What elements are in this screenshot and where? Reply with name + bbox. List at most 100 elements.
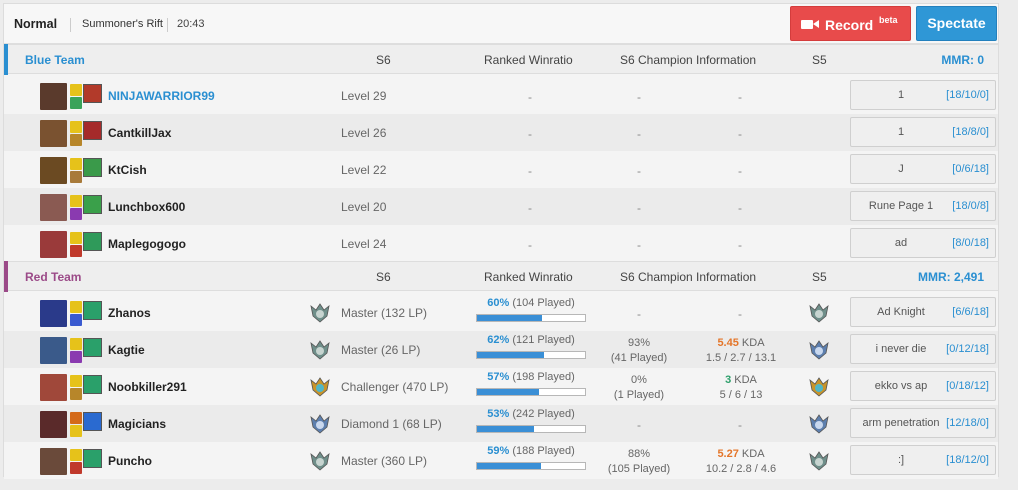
champion-kda: 5.27 KDA 10.2 / 2.8 / 4.6 bbox=[691, 447, 791, 477]
player-name[interactable]: KtCish bbox=[108, 163, 147, 177]
player-name[interactable]: NINJAWARRIOR99 bbox=[108, 89, 215, 103]
rune-page-button[interactable]: i never die [0/12/18] bbox=[850, 334, 996, 364]
champion-portrait[interactable] bbox=[40, 337, 67, 364]
tier-emblem-icon bbox=[309, 450, 331, 472]
champion-winratio-percent: 88% bbox=[627, 448, 651, 460]
winratio-bar-fill bbox=[477, 389, 539, 395]
summoner-spell-1-icon bbox=[70, 121, 82, 133]
summoner-spell-2-icon bbox=[70, 245, 82, 257]
blue-team-header: Blue Team S6 Ranked Winratio S6 Champion… bbox=[4, 44, 998, 75]
keystone-icon bbox=[83, 121, 102, 140]
champion-winratio: 0% (1 Played) bbox=[599, 373, 679, 403]
s5-tier-icon bbox=[808, 339, 830, 361]
winratio-percent: 60% bbox=[487, 297, 510, 309]
keystone-icon bbox=[83, 449, 102, 468]
champion-winratio-empty: - bbox=[637, 201, 641, 215]
player-name[interactable]: Puncho bbox=[108, 454, 152, 468]
champion-portrait[interactable] bbox=[40, 411, 67, 438]
keystone-icon bbox=[83, 84, 102, 103]
rune-page-button[interactable]: 1 [18/8/0] bbox=[850, 117, 996, 147]
col-s5: S5 bbox=[812, 270, 827, 284]
rune-page-name: J bbox=[898, 163, 904, 175]
player-row: Noobkiller291 Challenger (470 LP) 57% (198… bbox=[4, 368, 998, 405]
rune-page-name: arm penetration bbox=[862, 417, 940, 429]
summoner-spell-1-icon bbox=[70, 338, 82, 350]
record-button[interactable]: Record beta bbox=[790, 6, 911, 41]
champion-winratio-empty: - bbox=[637, 238, 641, 252]
live-game-panel: Normal Summoner's Rift 20:43 Record beta… bbox=[3, 3, 999, 479]
kda-summary: 5.27 KDA bbox=[691, 447, 791, 462]
rune-page-button[interactable]: ad [8/0/18] bbox=[850, 228, 996, 258]
player-name[interactable]: Noobkiller291 bbox=[108, 380, 187, 394]
keystone-icon bbox=[83, 158, 102, 177]
champion-kda: 3 KDA 5 / 6 / 13 bbox=[691, 373, 791, 403]
rune-page-button[interactable]: arm penetration [12/18/0] bbox=[850, 408, 996, 438]
rune-page-tree: [6/6/18] bbox=[952, 306, 989, 318]
ranked-winratio-empty: - bbox=[528, 127, 532, 141]
summoner-spell-2-icon bbox=[70, 351, 82, 363]
red-team-mmr: MMR: 2,491 bbox=[917, 270, 984, 284]
summoner-level: Level 29 bbox=[341, 89, 387, 103]
record-label: Record bbox=[825, 17, 874, 33]
col-s6: S6 bbox=[376, 270, 391, 284]
rune-page-name: i never die bbox=[875, 343, 927, 355]
player-name[interactable]: Maplegogogo bbox=[108, 237, 186, 251]
player-name[interactable]: Magicians bbox=[108, 417, 166, 431]
champion-portrait[interactable] bbox=[40, 194, 67, 221]
player-name[interactable]: CantkillJax bbox=[108, 126, 171, 140]
champion-portrait[interactable] bbox=[40, 448, 67, 475]
keystone-icon bbox=[83, 301, 102, 320]
champion-kda: 5.45 KDA 1.5 / 2.7 / 13.1 bbox=[691, 336, 791, 366]
champion-portrait[interactable] bbox=[40, 120, 67, 147]
champion-winratio-percent: 93% bbox=[627, 337, 651, 349]
winratio-text: 59% (188 Played) bbox=[476, 445, 586, 459]
rune-page-tree: [18/8/0] bbox=[952, 126, 989, 138]
player-row: KtCish Level 22 - - - J [0/6/18] bbox=[4, 151, 998, 188]
summoner-spell-2-icon bbox=[70, 425, 82, 437]
winratio-bar bbox=[476, 388, 586, 396]
rune-page-button[interactable]: ekko vs ap [0/18/12] bbox=[850, 371, 996, 401]
champion-kda-empty: - bbox=[738, 238, 742, 252]
map-name: Summoner's Rift bbox=[70, 18, 163, 32]
champion-winratio: 93% (41 Played) bbox=[599, 336, 679, 366]
champion-kda-empty: - bbox=[738, 307, 742, 321]
champion-portrait[interactable] bbox=[40, 157, 67, 184]
rune-page-tree: [18/12/0] bbox=[946, 454, 989, 466]
ranked-tier: Challenger (470 LP) bbox=[341, 380, 449, 394]
blue-team-mmr: MMR: 0 bbox=[941, 53, 984, 67]
winratio-text: 57% (198 Played) bbox=[476, 371, 586, 385]
winratio-played: (121 Played) bbox=[512, 334, 575, 346]
rune-page-name: 1 bbox=[897, 89, 905, 101]
keystone-icon bbox=[83, 338, 102, 357]
rune-page-name: Ad Knight bbox=[877, 306, 925, 318]
ranked-winratio-empty: - bbox=[528, 201, 532, 215]
champion-portrait[interactable] bbox=[40, 374, 67, 401]
player-name[interactable]: Kagtie bbox=[108, 343, 145, 357]
rune-page-button[interactable]: 1 [18/10/0] bbox=[850, 80, 996, 110]
rune-page-tree: [8/0/18] bbox=[952, 237, 989, 249]
winratio-bar bbox=[476, 314, 586, 322]
champion-games-played: (41 Played) bbox=[610, 352, 668, 364]
rune-page-button[interactable]: Ad Knight [6/6/18] bbox=[850, 297, 996, 327]
s5-tier-icon bbox=[808, 302, 830, 324]
col-champion-info: S6 Champion Information bbox=[620, 270, 757, 284]
player-row: Lunchbox600 Level 20 - - - Rune Page 1 [18/0/8… bbox=[4, 188, 998, 225]
kda-summary: 3 KDA bbox=[691, 373, 791, 388]
kda-average-line: 10.2 / 2.8 / 4.6 bbox=[705, 463, 777, 475]
winratio-played: (242 Played) bbox=[512, 408, 575, 420]
game-mode: Normal bbox=[14, 17, 58, 31]
champion-portrait[interactable] bbox=[40, 83, 67, 110]
keystone-icon bbox=[83, 412, 102, 431]
player-name[interactable]: Zhanos bbox=[108, 306, 151, 320]
rune-page-button[interactable]: :] [18/12/0] bbox=[850, 445, 996, 475]
spectate-button[interactable]: Spectate bbox=[916, 6, 997, 41]
summoner-spell-1-icon bbox=[70, 195, 82, 207]
winratio-bar-fill bbox=[477, 463, 541, 469]
rune-page-button[interactable]: Rune Page 1 [18/0/8] bbox=[850, 191, 996, 221]
kda-value: 3 bbox=[725, 374, 732, 386]
champion-portrait[interactable] bbox=[40, 300, 67, 327]
player-name[interactable]: Lunchbox600 bbox=[108, 200, 185, 214]
rune-page-button[interactable]: J [0/6/18] bbox=[850, 154, 996, 184]
champion-winratio-empty: - bbox=[637, 127, 641, 141]
champion-portrait[interactable] bbox=[40, 231, 67, 258]
